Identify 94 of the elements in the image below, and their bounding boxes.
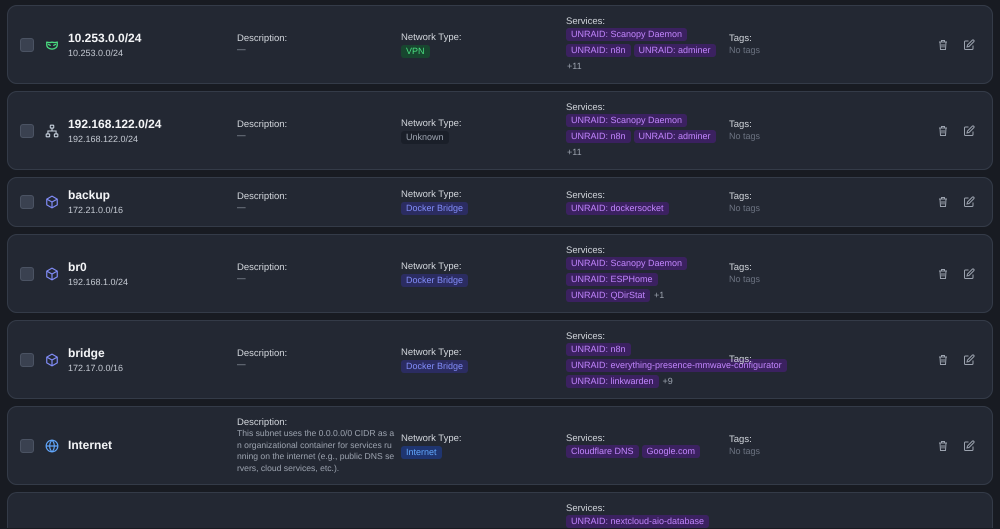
service-tag: UNRAID: Scanopy Daemon (566, 114, 688, 127)
network-name: Internet (68, 438, 112, 453)
cube-icon (45, 195, 59, 209)
tags-text: No tags (729, 273, 762, 285)
field-label: Services: (566, 190, 606, 200)
field-label: Services: (566, 102, 606, 113)
more-count: +9 (662, 375, 674, 388)
network-name: 10.253.0.0/24 (68, 30, 142, 46)
service-tag: UNRAID: dockersocket (566, 202, 669, 214)
field-label: Services: (566, 433, 606, 444)
checkbox[interactable] (20, 195, 34, 209)
field-label: Network Type: (401, 346, 463, 358)
more-count: +11 (566, 146, 583, 159)
edit-icon (963, 124, 975, 136)
tags-text: No tags (729, 130, 762, 142)
field-label: Services: (566, 16, 606, 27)
service-tag: UNRAID: ESPHome (566, 273, 658, 286)
trash-icon (937, 124, 949, 136)
subnet-text: 192.168.1.0/24 (68, 276, 128, 288)
service-tag: UNRAID: Scanopy Daemon (566, 257, 688, 270)
field-label: Tags: (729, 119, 753, 130)
field-label: Tags: (729, 33, 753, 44)
subnet-text: 172.21.0.0/16 (68, 204, 124, 216)
network-type-badge: Docker Bridge (401, 202, 468, 215)
field-label: Network Type: (401, 32, 463, 42)
checkbox[interactable] (20, 38, 34, 52)
trash-icon (937, 268, 949, 280)
service-tag: UNRAID: linkwarden (566, 375, 659, 388)
field-label: Tags: (729, 190, 753, 202)
service-tag: UNRAID: n8n (566, 130, 631, 143)
subnet-text: 10.253.0.0/24 (68, 46, 124, 58)
service-tag: UNRAID: n8n (566, 44, 631, 57)
edit-icon (963, 268, 975, 280)
field-label: Description: (237, 33, 288, 44)
field-label: Description: (237, 348, 288, 360)
field-label: Services: (566, 503, 606, 514)
description-text: — (237, 273, 247, 285)
description-text: — (237, 44, 247, 56)
more-count: +1 (653, 289, 666, 302)
tags-text: No tags (729, 44, 762, 56)
field-label: Network Type: (401, 432, 463, 444)
subnet-text: 172.17.0.0/16 (68, 362, 124, 374)
service-tag: UNRAID: adminer (634, 44, 716, 57)
field-label: Services: (566, 331, 606, 342)
subnet-text: 192.168.122.0/24 (68, 132, 140, 144)
service-tag: Cloudflare DNS (566, 445, 639, 458)
field-label: Network Type: (401, 189, 463, 200)
trash-icon (937, 440, 949, 452)
edit-icon (963, 440, 975, 452)
service-tag: UNRAID: Scanopy Daemon (566, 28, 688, 41)
description-text: This subnet uses the 0.0.0.0/0 CIDR as an organizational container for services running on the internet (e.g., public DNS servers, cloud services, etc.). (237, 428, 395, 474)
globe-icon (45, 438, 59, 452)
field-label: Network Type: (401, 118, 463, 128)
field-label: Description: (237, 119, 288, 130)
field-label: Description: (237, 262, 288, 274)
description-text: — (237, 202, 247, 214)
network-type-badge: VPN (401, 44, 430, 58)
cube-icon (45, 352, 59, 366)
field-label: Tags: (729, 434, 753, 445)
checkbox[interactable] (20, 438, 34, 452)
trash-icon (937, 38, 949, 50)
service-tag: Google.com (642, 445, 700, 458)
edit-icon (963, 196, 975, 208)
trash-icon (937, 354, 949, 366)
trash-icon (937, 196, 949, 208)
service-tag: UNRAID: n8n (566, 343, 631, 356)
more-count: +11 (566, 60, 583, 73)
description-text: — (237, 359, 247, 371)
edit-icon (963, 38, 975, 50)
tags-text: No tags (729, 445, 762, 457)
field-label: Description: (237, 190, 288, 202)
field-label: Services: (566, 245, 606, 256)
checkbox[interactable] (20, 352, 34, 366)
network-icon (45, 124, 59, 138)
network-type-badge: Docker Bridge (401, 360, 468, 372)
tags-text: No tags (729, 202, 762, 214)
network-name: 192.168.122.0/24 (68, 116, 162, 132)
field-label: Description: (237, 417, 288, 428)
network-name: br0 (68, 260, 88, 274)
network-type-badge: Unknown (401, 130, 449, 144)
service-tag: UNRAID: adminer (634, 130, 716, 143)
field-label: Tags: (729, 262, 753, 273)
field-label: Network Type: (401, 260, 463, 272)
service-tag: UNRAID: QDirStat (566, 289, 650, 302)
description-text: — (237, 130, 247, 142)
network-name: bridge (68, 346, 106, 360)
service-tag: UNRAID: nextcloud-aio-database (566, 515, 710, 528)
network-type-badge: Docker Bridge (401, 274, 468, 286)
checkbox[interactable] (20, 124, 34, 138)
network-name: backup (68, 188, 112, 203)
checkbox[interactable] (20, 266, 34, 280)
network-type-badge: Internet (401, 446, 442, 458)
edit-icon (963, 354, 975, 366)
cube-icon (45, 266, 59, 280)
